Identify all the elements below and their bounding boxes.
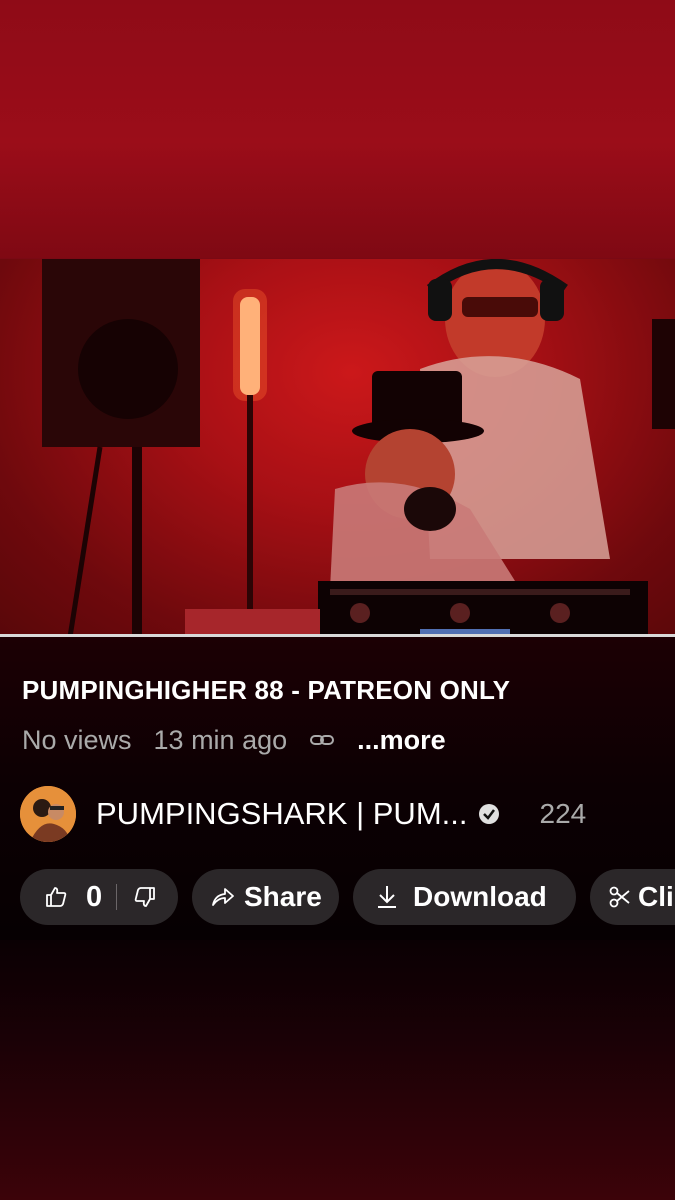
subscriber-count: 224 — [539, 798, 587, 829]
clip-button[interactable]: Cli — [590, 869, 675, 925]
action-bar: 0 Share Download Cli — [20, 869, 675, 925]
thumbs-down-icon[interactable] — [133, 885, 157, 909]
avatar[interactable] — [20, 786, 76, 842]
like-dislike-pill: 0 — [20, 869, 178, 925]
like-button[interactable]: 0 — [20, 881, 102, 914]
download-button[interactable]: Download — [353, 869, 576, 925]
channel-name[interactable]: PUMPINGSHARK | PUM... — [96, 796, 468, 832]
download-label: Download — [413, 881, 547, 912]
scissors-icon — [609, 886, 630, 908]
like-count: 0 — [86, 880, 103, 913]
verified-badge-icon — [478, 803, 500, 825]
channel-row[interactable]: PUMPINGSHARK | PUM... 224 — [20, 786, 586, 842]
video-meta[interactable]: No views 13 min ago ...more — [22, 725, 446, 756]
divider — [116, 884, 118, 910]
video-frame — [0, 259, 675, 637]
top-banner — [0, 0, 675, 258]
thumbs-up-icon — [46, 887, 67, 907]
upload-time: 13 min ago — [153, 725, 288, 755]
lower-background — [0, 940, 675, 1200]
share-label: Share — [244, 881, 322, 912]
clip-label: Cli — [638, 881, 674, 912]
view-count: No views — [22, 725, 132, 755]
download-icon — [378, 886, 396, 908]
video-player[interactable] — [0, 259, 675, 637]
more-button[interactable]: ...more — [357, 725, 446, 756]
share-arrow-icon — [212, 888, 234, 906]
video-title[interactable]: PUMPINGHIGHER 88 - PATREON ONLY — [22, 675, 510, 706]
link-icon — [309, 728, 335, 754]
share-button[interactable]: Share — [192, 869, 339, 925]
